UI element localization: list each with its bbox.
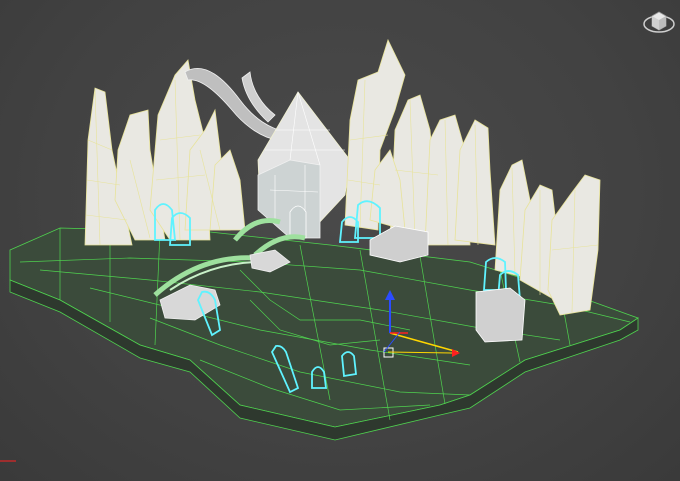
scene-canvas[interactable] xyxy=(0,0,680,481)
viewcube-icon[interactable] xyxy=(642,4,676,38)
3d-viewport[interactable] xyxy=(0,0,680,481)
